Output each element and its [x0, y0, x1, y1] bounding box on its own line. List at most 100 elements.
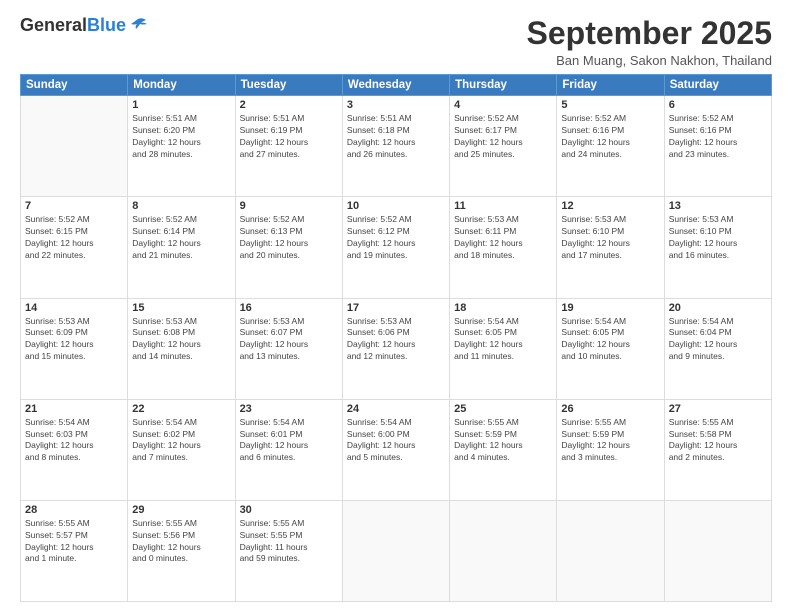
day-number: 15	[132, 302, 230, 314]
day-number: 9	[240, 200, 338, 212]
table-row: 10 Sunrise: 5:52 AM Sunset: 6:12 PM Dayli…	[342, 197, 449, 298]
day-number: 10	[347, 200, 445, 212]
day-info: Sunrise: 5:52 AM Sunset: 6:16 PM Dayligh…	[561, 113, 659, 161]
day-info: Sunrise: 5:54 AM Sunset: 6:05 PM Dayligh…	[561, 316, 659, 364]
day-number: 20	[669, 302, 767, 314]
table-row: 20 Sunrise: 5:54 AM Sunset: 6:04 PM Dayli…	[664, 298, 771, 399]
table-row: 17 Sunrise: 5:53 AM Sunset: 6:06 PM Dayli…	[342, 298, 449, 399]
day-info: Sunrise: 5:55 AM Sunset: 5:56 PM Dayligh…	[132, 518, 230, 566]
day-number: 24	[347, 403, 445, 415]
day-number: 3	[347, 99, 445, 111]
day-number: 25	[454, 403, 552, 415]
day-info: Sunrise: 5:52 AM Sunset: 6:12 PM Dayligh…	[347, 214, 445, 262]
table-row	[21, 96, 128, 197]
table-row: 4Sunrise: 5:52 AM Sunset: 6:17 PM Daylig…	[450, 96, 557, 197]
day-info: Sunrise: 5:55 AM Sunset: 5:59 PM Dayligh…	[454, 417, 552, 465]
calendar-week-row: 28Sunrise: 5:55 AM Sunset: 5:57 PM Dayli…	[21, 500, 772, 601]
table-row: 30Sunrise: 5:55 AM Sunset: 5:55 PM Dayli…	[235, 500, 342, 601]
page: GeneralBlue September 2025 Ban Muang, Sa…	[0, 0, 792, 612]
calendar-header-row: Sunday Monday Tuesday Wednesday Thursday…	[21, 75, 772, 96]
day-info: Sunrise: 5:54 AM Sunset: 6:02 PM Dayligh…	[132, 417, 230, 465]
table-row: 7 Sunrise: 5:52 AM Sunset: 6:15 PM Daylig…	[21, 197, 128, 298]
day-number: 16	[240, 302, 338, 314]
calendar-week-row: 21 Sunrise: 5:54 AM Sunset: 6:03 PM Dayli…	[21, 399, 772, 500]
table-row: 11 Sunrise: 5:53 AM Sunset: 6:11 PM Dayli…	[450, 197, 557, 298]
table-row: 6 Sunrise: 5:52 AM Sunset: 6:16 PM Daylig…	[664, 96, 771, 197]
col-wednesday: Wednesday	[342, 75, 449, 96]
table-row: 16 Sunrise: 5:53 AM Sunset: 6:07 PM Dayli…	[235, 298, 342, 399]
day-info: Sunrise: 5:53 AM Sunset: 6:10 PM Dayligh…	[669, 214, 767, 262]
day-info: Sunrise: 5:54 AM Sunset: 6:05 PM Dayligh…	[454, 316, 552, 364]
day-info: Sunrise: 5:51 AM Sunset: 6:20 PM Dayligh…	[132, 113, 230, 161]
day-number: 29	[132, 504, 230, 516]
calendar-week-row: 7 Sunrise: 5:52 AM Sunset: 6:15 PM Daylig…	[21, 197, 772, 298]
day-number: 30	[240, 504, 338, 516]
calendar-week-row: 14 Sunrise: 5:53 AM Sunset: 6:09 PM Dayli…	[21, 298, 772, 399]
day-number: 6	[669, 99, 767, 111]
col-friday: Friday	[557, 75, 664, 96]
col-thursday: Thursday	[450, 75, 557, 96]
day-info: Sunrise: 5:52 AM Sunset: 6:15 PM Dayligh…	[25, 214, 123, 262]
day-info: Sunrise: 5:54 AM Sunset: 6:01 PM Dayligh…	[240, 417, 338, 465]
day-info: Sunrise: 5:52 AM Sunset: 6:16 PM Dayligh…	[669, 113, 767, 161]
table-row	[557, 500, 664, 601]
logo-blue: Blue	[87, 15, 126, 35]
calendar-week-row: 1 Sunrise: 5:51 AM Sunset: 6:20 PM Daylig…	[21, 96, 772, 197]
calendar-table: Sunday Monday Tuesday Wednesday Thursday…	[20, 74, 772, 602]
col-tuesday: Tuesday	[235, 75, 342, 96]
table-row: 27Sunrise: 5:55 AM Sunset: 5:58 PM Dayli…	[664, 399, 771, 500]
table-row: 29 Sunrise: 5:55 AM Sunset: 5:56 PM Dayli…	[128, 500, 235, 601]
day-info: Sunrise: 5:53 AM Sunset: 6:10 PM Dayligh…	[561, 214, 659, 262]
table-row	[664, 500, 771, 601]
day-number: 22	[132, 403, 230, 415]
day-info: Sunrise: 5:54 AM Sunset: 6:00 PM Dayligh…	[347, 417, 445, 465]
day-number: 12	[561, 200, 659, 212]
table-row: 13Sunrise: 5:53 AM Sunset: 6:10 PM Dayli…	[664, 197, 771, 298]
day-info: Sunrise: 5:51 AM Sunset: 6:19 PM Dayligh…	[240, 113, 338, 161]
day-info: Sunrise: 5:53 AM Sunset: 6:09 PM Dayligh…	[25, 316, 123, 364]
day-info: Sunrise: 5:51 AM Sunset: 6:18 PM Dayligh…	[347, 113, 445, 161]
day-number: 7	[25, 200, 123, 212]
day-info: Sunrise: 5:53 AM Sunset: 6:07 PM Dayligh…	[240, 316, 338, 364]
table-row: 5Sunrise: 5:52 AM Sunset: 6:16 PM Daylig…	[557, 96, 664, 197]
day-info: Sunrise: 5:54 AM Sunset: 6:03 PM Dayligh…	[25, 417, 123, 465]
table-row: 14 Sunrise: 5:53 AM Sunset: 6:09 PM Dayli…	[21, 298, 128, 399]
table-row: 28Sunrise: 5:55 AM Sunset: 5:57 PM Dayli…	[21, 500, 128, 601]
day-info: Sunrise: 5:53 AM Sunset: 6:06 PM Dayligh…	[347, 316, 445, 364]
header: GeneralBlue September 2025 Ban Muang, Sa…	[20, 16, 772, 68]
table-row: 9 Sunrise: 5:52 AM Sunset: 6:13 PM Daylig…	[235, 197, 342, 298]
bird-icon	[128, 17, 148, 33]
day-info: Sunrise: 5:53 AM Sunset: 6:11 PM Dayligh…	[454, 214, 552, 262]
table-row: 15 Sunrise: 5:53 AM Sunset: 6:08 PM Dayli…	[128, 298, 235, 399]
day-number: 19	[561, 302, 659, 314]
table-row: 25 Sunrise: 5:55 AM Sunset: 5:59 PM Dayli…	[450, 399, 557, 500]
day-info: Sunrise: 5:52 AM Sunset: 6:13 PM Dayligh…	[240, 214, 338, 262]
table-row	[342, 500, 449, 601]
day-info: Sunrise: 5:55 AM Sunset: 5:57 PM Dayligh…	[25, 518, 123, 566]
day-number: 4	[454, 99, 552, 111]
table-row	[450, 500, 557, 601]
day-info: Sunrise: 5:53 AM Sunset: 6:08 PM Dayligh…	[132, 316, 230, 364]
day-number: 14	[25, 302, 123, 314]
month-title: September 2025	[527, 16, 772, 51]
table-row: 26Sunrise: 5:55 AM Sunset: 5:59 PM Dayli…	[557, 399, 664, 500]
title-block: September 2025 Ban Muang, Sakon Nakhon, …	[527, 16, 772, 68]
day-number: 23	[240, 403, 338, 415]
logo: GeneralBlue	[20, 16, 148, 36]
table-row: 3 Sunrise: 5:51 AM Sunset: 6:18 PM Daylig…	[342, 96, 449, 197]
day-info: Sunrise: 5:52 AM Sunset: 6:14 PM Dayligh…	[132, 214, 230, 262]
day-number: 1	[132, 99, 230, 111]
day-number: 27	[669, 403, 767, 415]
table-row: 23 Sunrise: 5:54 AM Sunset: 6:01 PM Dayli…	[235, 399, 342, 500]
col-saturday: Saturday	[664, 75, 771, 96]
table-row: 12 Sunrise: 5:53 AM Sunset: 6:10 PM Dayli…	[557, 197, 664, 298]
logo-general: General	[20, 15, 87, 35]
day-number: 11	[454, 200, 552, 212]
table-row: 19 Sunrise: 5:54 AM Sunset: 6:05 PM Dayli…	[557, 298, 664, 399]
day-number: 21	[25, 403, 123, 415]
day-number: 8	[132, 200, 230, 212]
day-info: Sunrise: 5:54 AM Sunset: 6:04 PM Dayligh…	[669, 316, 767, 364]
day-number: 17	[347, 302, 445, 314]
table-row: 2Sunrise: 5:51 AM Sunset: 6:19 PM Daylig…	[235, 96, 342, 197]
col-sunday: Sunday	[21, 75, 128, 96]
